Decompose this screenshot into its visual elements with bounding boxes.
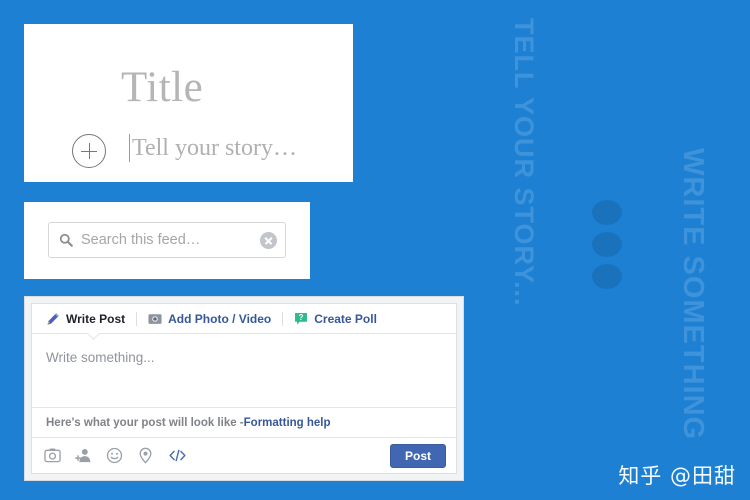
post-composer-card: Write Post Add Photo / Video ? Create Po… [31, 303, 457, 474]
composer-textarea[interactable]: Write something... [32, 334, 456, 407]
tab-create-poll-label: Create Poll [314, 311, 377, 326]
composer-placeholder: Write something... [46, 350, 155, 365]
location-icon[interactable] [137, 447, 154, 464]
composer-footer: Post [32, 437, 456, 473]
watermark: 知乎 @田甜 [618, 464, 736, 488]
preview-text: Here's what your post will look like - [46, 416, 244, 429]
svg-text:?: ? [299, 313, 304, 322]
tab-divider-2 [282, 311, 284, 326]
background-ghost-text-left: TELL YOUR STORY... [509, 18, 539, 307]
search-icon [59, 233, 73, 247]
tag-person-icon[interactable] [75, 447, 92, 464]
tab-create-poll[interactable]: ? Create Poll [294, 312, 377, 326]
composer-preview-bar: Here's what your post will look like - F… [32, 407, 456, 437]
emoji-icon[interactable] [106, 447, 123, 464]
tab-write-post[interactable]: Write Post [46, 312, 125, 326]
clear-search-icon[interactable] [260, 231, 277, 249]
dot-2 [592, 232, 622, 257]
search-input[interactable]: Search this feed… [81, 232, 260, 248]
text-caret [129, 134, 130, 162]
decorative-dots [592, 200, 624, 296]
background-ghost-text-right: WRITE SOMETHING [677, 148, 709, 441]
post-composer-panel: Write Post Add Photo / Video ? Create Po… [24, 296, 464, 481]
tab-add-photo-video[interactable]: Add Photo / Video [148, 312, 271, 326]
tab-write-post-label: Write Post [66, 311, 126, 326]
formatting-help-link[interactable]: Formatting help [244, 417, 331, 429]
photo-icon[interactable] [44, 447, 61, 464]
add-media-button[interactable] [72, 134, 106, 168]
story-input-row[interactable]: Tell your story… [129, 134, 297, 162]
search-card: Search this feed… [24, 202, 310, 279]
poll-icon: ? [295, 312, 308, 325]
pencil-icon [47, 312, 59, 325]
dot-3 [592, 264, 622, 289]
search-input-wrapper[interactable]: Search this feed… [48, 222, 286, 258]
composer-attachment-icons [44, 447, 187, 464]
code-icon[interactable] [168, 447, 187, 464]
tab-divider-1 [136, 311, 138, 326]
post-button[interactable]: Post [389, 443, 446, 468]
composer-tab-bar: Write Post Add Photo / Video ? Create Po… [32, 304, 456, 340]
tab-add-photo-video-label: Add Photo / Video [168, 311, 272, 326]
camera-icon [148, 313, 162, 324]
title-placeholder[interactable]: Title [121, 66, 203, 109]
dot-1 [592, 200, 622, 225]
title-story-card: Title Tell your story… [24, 24, 353, 182]
story-placeholder[interactable]: Tell your story… [132, 135, 297, 162]
